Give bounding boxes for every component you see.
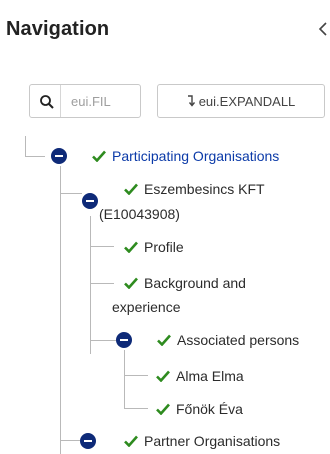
tree-guide-line bbox=[60, 440, 80, 441]
tree-node-alma-elma[interactable]: Alma Elma bbox=[156, 366, 244, 386]
tree-node-label: Főnök Éva bbox=[176, 401, 243, 417]
check-icon bbox=[124, 435, 138, 447]
tree-guide-line bbox=[25, 156, 45, 157]
check-icon bbox=[92, 150, 106, 162]
tree-node-eszembesincs[interactable]: Eszembesincs KFT bbox=[124, 179, 265, 199]
tree-node-label-continuation: (E10043908) bbox=[99, 204, 180, 224]
tree-node-associated-persons[interactable]: Associated persons bbox=[157, 330, 299, 350]
check-icon bbox=[156, 370, 170, 382]
tree-node-label: Partner Organisations bbox=[144, 433, 281, 449]
tree-guide-line bbox=[25, 136, 26, 156]
tree-guide-line bbox=[60, 193, 82, 194]
tree-node-background-experience[interactable]: Background and bbox=[124, 273, 246, 293]
check-icon bbox=[156, 403, 170, 415]
collapse-toggle-icon[interactable] bbox=[82, 193, 98, 209]
navigation-panel: Navigation eui.EXPANDALL bbox=[0, 0, 330, 454]
tree-node-label: experience bbox=[112, 299, 181, 315]
collapse-toggle-icon[interactable] bbox=[51, 148, 67, 164]
tree-guide-line bbox=[60, 166, 61, 454]
tree-node-label: (E10043908) bbox=[99, 206, 180, 222]
collapse-toggle-icon[interactable] bbox=[80, 433, 96, 449]
tree-guide-line bbox=[90, 340, 116, 341]
tree-node-label: Profile bbox=[144, 239, 184, 255]
tree-node-fonok-eva[interactable]: Főnök Éva bbox=[156, 399, 243, 419]
tree-guide-line bbox=[124, 350, 125, 408]
tree-guide-line bbox=[124, 375, 148, 376]
tree-node-label-continuation: experience bbox=[112, 297, 181, 317]
tree-node-partner-organisations[interactable]: Partner Organisations bbox=[124, 431, 280, 451]
tree-node-label: Participating Organisations bbox=[112, 148, 280, 164]
check-icon bbox=[157, 334, 171, 346]
check-icon bbox=[124, 183, 138, 195]
tree-guide-line bbox=[90, 216, 91, 354]
tree-node-label: Associated persons bbox=[177, 332, 300, 348]
navigation-tree: Participating Organisations Eszembesincs… bbox=[0, 0, 330, 454]
tree-guide-line bbox=[90, 246, 114, 247]
collapse-toggle-icon[interactable] bbox=[116, 332, 132, 348]
check-icon bbox=[124, 277, 138, 289]
tree-node-label: Background and bbox=[144, 275, 246, 291]
tree-node-profile[interactable]: Profile bbox=[124, 237, 184, 257]
tree-node-label: Alma Elma bbox=[176, 368, 244, 384]
tree-guide-line bbox=[124, 408, 148, 409]
tree-guide-line bbox=[90, 283, 114, 284]
tree-node-label: Eszembesincs KFT bbox=[144, 181, 265, 197]
tree-node-participating-organisations[interactable]: Participating Organisations bbox=[92, 146, 279, 166]
check-icon bbox=[124, 241, 138, 253]
